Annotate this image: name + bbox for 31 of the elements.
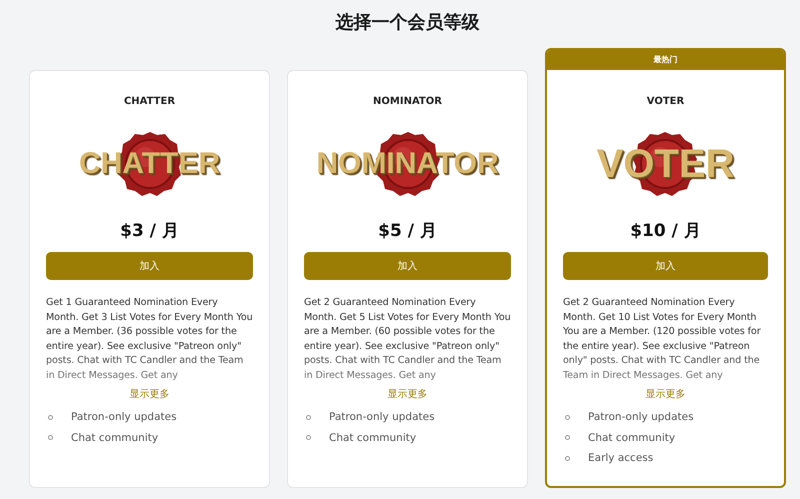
feature-item: Patron-only updates (71, 411, 177, 424)
tier-description: Get 2 Guaranteed Nomination Every Month. Get 10 List Votes for Every Month You are a Member. (120 possible votes for the entire year). See exclusive "Patreon only" posts. Chat with TC Candler and the Team in Direct Messages. Get any (563, 296, 762, 383)
tier-price: $10 / 月 (630, 220, 701, 242)
tier-description: Get 2 Guaranteed Nomination Every Month. Get 5 List Votes for Every Month You are a Member. (60 possible votes for the entire year). See exclusive "Patreon only" posts. Chat with TC Candler and the Team in Direct Messages. Get any (304, 296, 511, 383)
join-button[interactable]: 加入 (46, 252, 253, 280)
join-button[interactable]: 加入 (304, 252, 511, 280)
bullet-icon (565, 435, 570, 440)
tier-name: NOMINATOR (373, 96, 442, 107)
show-more-link[interactable]: 显示更多 (130, 387, 170, 401)
show-more-link[interactable]: 显示更多 (388, 387, 428, 401)
tier-name: VOTER (646, 96, 684, 107)
popular-badge: 最热门 (547, 50, 784, 70)
feature-item: Early access (588, 452, 654, 464)
feature-item: Chat community (329, 432, 416, 444)
tier-description: Get 1 Guaranteed Nomination Every Month. Get 3 List Votes for Every Month You are a Member. (36 possible votes for the entire year). See exclusive "Patreon only" posts. Chat with TC Candler and the Team in Direct Messages. Get any (46, 296, 253, 383)
bullet-icon (565, 414, 570, 420)
feature-item: Patron-only updates (329, 411, 435, 424)
tier-price: $5 / 月 (378, 220, 437, 242)
bullet-icon (306, 435, 311, 440)
show-more-link[interactable]: 显示更多 (646, 387, 686, 401)
feature-item: Chat community (588, 432, 676, 444)
bullet-icon (48, 414, 53, 420)
bullet-icon (565, 456, 570, 461)
feature-item: Chat community (71, 432, 158, 444)
feature-item: Patron-only updates (588, 411, 694, 424)
bullet-icon (48, 435, 53, 440)
bullet-icon (306, 414, 311, 420)
tier-price: $3 / 月 (120, 220, 179, 242)
page-title: 选择一个会员等级 (334, 11, 480, 34)
tier-name: CHATTER (124, 96, 176, 107)
join-button[interactable]: 加入 (563, 252, 768, 280)
